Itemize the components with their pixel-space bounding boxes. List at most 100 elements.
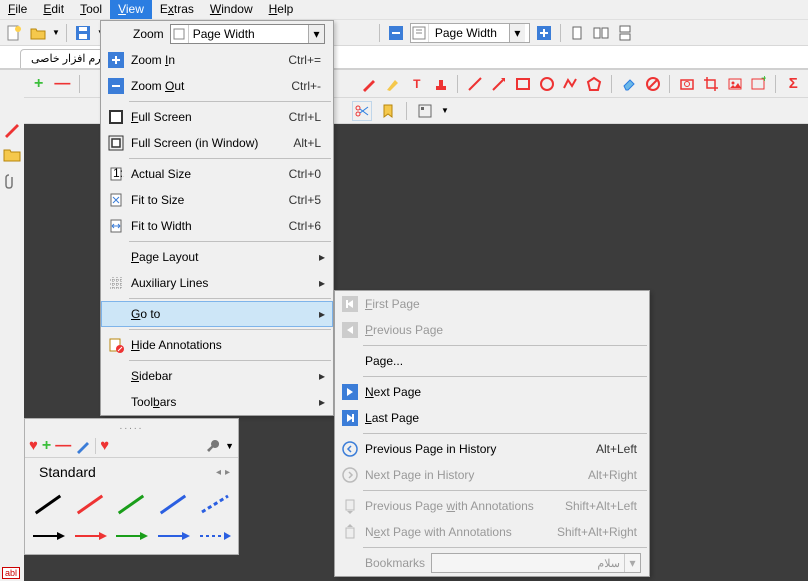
heart-icon-2[interactable]: ♥ xyxy=(100,437,109,454)
line-green[interactable] xyxy=(113,490,151,518)
new-btn[interactable] xyxy=(4,23,24,43)
zoom-out-item[interactable]: Zoom Out Ctrl+- xyxy=(101,73,333,99)
text-tool[interactable]: T xyxy=(408,75,426,93)
arrow-red[interactable] xyxy=(71,522,109,550)
forward-icon xyxy=(339,467,361,483)
first-page-item[interactable]: First Page xyxy=(335,291,649,317)
page-layout-single-btn[interactable] xyxy=(567,23,587,43)
polygon-tool[interactable] xyxy=(585,75,603,93)
menu-edit[interactable]: Edit xyxy=(35,0,72,19)
zoom-combo-menu[interactable]: Page Width ▾ xyxy=(170,24,325,44)
wrench-icon[interactable] xyxy=(205,438,221,454)
eraser-tool[interactable] xyxy=(620,75,638,93)
save-btn[interactable] xyxy=(73,23,93,43)
bookmarks-combo[interactable]: ▾ xyxy=(431,553,641,573)
chevron-down-icon[interactable]: ▾ xyxy=(509,24,525,42)
arrow-blue[interactable] xyxy=(154,522,192,550)
pencil-icon[interactable] xyxy=(75,438,91,454)
chevron-right-icon: ▸ xyxy=(315,369,325,383)
zoom-in-item[interactable]: Zoom In Ctrl+= xyxy=(101,47,333,73)
view-menu: Zoom Page Width ▾ Zoom In Ctrl+= Zoom Ou… xyxy=(100,20,334,416)
document-tab[interactable]: رم افزار خاصی xyxy=(20,49,112,68)
go-to-item[interactable]: Go to ▸ xyxy=(101,301,333,327)
line-blue[interactable] xyxy=(154,490,192,518)
thumb-btn[interactable] xyxy=(415,101,435,121)
palette-drag-handle[interactable]: ..... xyxy=(25,419,238,434)
svg-text:+: + xyxy=(761,76,766,85)
folder-rail-icon[interactable] xyxy=(3,146,21,164)
toolbars-item[interactable]: Toolbars ▸ xyxy=(101,389,333,415)
aux-lines-item[interactable]: Auxiliary Lines ▸ xyxy=(101,270,333,296)
chevron-down-icon[interactable]: ▾ xyxy=(308,25,324,43)
next-page-item[interactable]: Next Page xyxy=(335,379,649,405)
hide-annotations-item[interactable]: Hide Annotations xyxy=(101,332,333,358)
svg-text:1:1: 1:1 xyxy=(113,166,124,180)
polyline-tool[interactable] xyxy=(561,75,579,93)
snapshot-tool[interactable] xyxy=(678,75,696,93)
fit-to-size-item[interactable]: Fit to Size Ctrl+5 xyxy=(101,187,333,213)
square-tool[interactable] xyxy=(514,75,532,93)
actual-size-icon: 1:1 xyxy=(105,166,127,182)
actual-size-item[interactable]: 1:1 Actual Size Ctrl+0 xyxy=(101,161,333,187)
fit-to-width-item[interactable]: Fit to Width Ctrl+6 xyxy=(101,213,333,239)
zoom-out-btn[interactable] xyxy=(386,23,406,43)
circle-tool[interactable] xyxy=(538,75,556,93)
menu-window[interactable]: Window xyxy=(202,0,261,19)
pencil-rail-icon[interactable] xyxy=(3,120,21,138)
menu-extras[interactable]: Extras xyxy=(152,0,202,19)
page-layout-double-btn[interactable] xyxy=(591,23,611,43)
fit-size-icon xyxy=(105,192,127,208)
next-history-item[interactable]: Next Page in History Alt+Right xyxy=(335,462,649,488)
menu-file[interactable]: File xyxy=(0,0,35,19)
hide-annotations-icon xyxy=(105,337,127,353)
sidebar-item[interactable]: Sidebar ▸ xyxy=(101,363,333,389)
clip-rail-icon[interactable] xyxy=(3,172,21,190)
page-item[interactable]: Page... xyxy=(335,348,649,374)
full-screen-window-item[interactable]: Full Screen (in Window) Alt+L xyxy=(101,130,333,156)
plus-icon[interactable]: + xyxy=(42,437,51,455)
zoom-combo[interactable]: Page Width ▾ xyxy=(410,23,530,43)
line-black[interactable] xyxy=(29,490,67,518)
crop-tool[interactable] xyxy=(702,75,720,93)
menu-help[interactable]: Help xyxy=(261,0,302,19)
chevron-down-icon[interactable]: ▼ xyxy=(225,441,234,451)
chevron-down-icon[interactable]: ▾ xyxy=(624,554,640,572)
minus-icon[interactable]: — xyxy=(55,437,71,455)
bookmarks-input[interactable] xyxy=(432,554,624,572)
image-tool[interactable] xyxy=(726,75,744,93)
arrow-black[interactable] xyxy=(29,522,67,550)
remove-tool[interactable]: — xyxy=(54,75,72,93)
previous-page-item[interactable]: Previous Page xyxy=(335,317,649,343)
line-blue-dashed[interactable] xyxy=(196,490,234,518)
chevron-left-icon[interactable]: ◂ xyxy=(214,467,223,478)
stamp-tool[interactable] xyxy=(432,75,450,93)
arrow-green[interactable] xyxy=(113,522,151,550)
image-add-tool[interactable]: + xyxy=(750,75,768,93)
menu-view[interactable]: View xyxy=(110,0,152,19)
first-page-icon xyxy=(339,296,361,312)
bookmark-btn[interactable] xyxy=(378,101,398,121)
open-btn[interactable] xyxy=(28,23,48,43)
line-tool[interactable] xyxy=(466,75,484,93)
full-screen-item[interactable]: Full Screen Ctrl+L xyxy=(101,104,333,130)
line-red[interactable] xyxy=(71,490,109,518)
prev-annotations-item[interactable]: Previous Page with Annotations Shift+Alt… xyxy=(335,493,649,519)
redact-tool[interactable] xyxy=(644,75,662,93)
add-tool[interactable]: + xyxy=(30,75,48,93)
arrow-tool[interactable] xyxy=(490,75,508,93)
next-annotations-item[interactable]: Next Page with Annotations Shift+Alt+Rig… xyxy=(335,519,649,545)
arrow-blue-dashed[interactable] xyxy=(196,522,234,550)
zoom-in-btn[interactable] xyxy=(534,23,554,43)
pen-tool[interactable] xyxy=(360,75,378,93)
next-ann-icon xyxy=(339,524,361,540)
scissors-btn[interactable] xyxy=(352,101,372,121)
prev-history-item[interactable]: Previous Page in History Alt+Left xyxy=(335,436,649,462)
page-layout-cont-btn[interactable] xyxy=(615,23,635,43)
chevron-right-icon[interactable]: ▸ xyxy=(223,467,232,478)
page-layout-item[interactable]: Page Layout ▸ xyxy=(101,244,333,270)
heart-icon[interactable]: ♥ xyxy=(29,437,38,454)
highlighter-tool[interactable] xyxy=(384,75,402,93)
menu-tool[interactable]: Tool xyxy=(72,0,110,19)
sigma-tool[interactable]: Σ xyxy=(784,75,802,93)
last-page-item[interactable]: Last Page xyxy=(335,405,649,431)
